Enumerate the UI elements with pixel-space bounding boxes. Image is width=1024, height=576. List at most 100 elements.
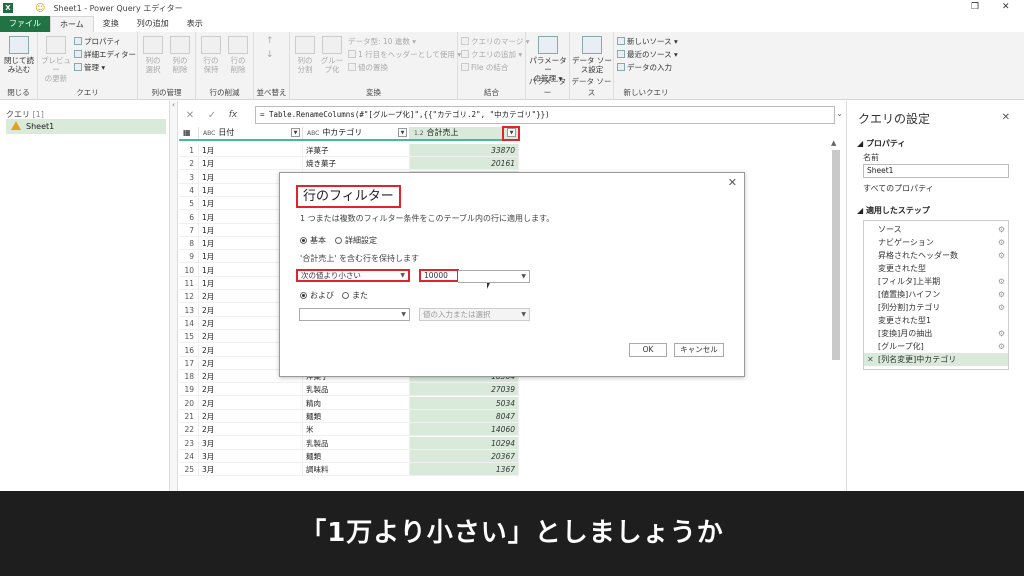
new-source-button[interactable]: 新しいソース ▾ (617, 36, 678, 47)
cell-total-sales[interactable]: 14060 (410, 423, 519, 437)
cell-total-sales[interactable]: 5034 (410, 396, 519, 410)
table-row[interactable]: 19 2月 乳製品 27039 (179, 383, 519, 397)
data-type-dropdown[interactable]: データ型: 10 進数 ▾ (348, 36, 416, 47)
replace-values-button[interactable]: 値の置換 (348, 62, 388, 73)
applied-step[interactable]: ナビゲーション ⚙ (864, 236, 1008, 249)
properties-section-header[interactable]: ◢ プロパティ (857, 138, 905, 149)
table-row[interactable]: 23 3月 乳製品 10294 (179, 436, 519, 450)
cell-date[interactable]: 1月 (199, 157, 303, 171)
combine-files-button[interactable]: File の結合 (461, 62, 508, 73)
merge-queries-button[interactable]: クエリのマージ ▾ (461, 36, 530, 47)
tab-file[interactable]: ファイル (0, 16, 50, 32)
table-row[interactable]: 22 2月米 14060 (179, 423, 519, 437)
type-icon[interactable]: ABC (307, 130, 319, 137)
sort-ascending-icon[interactable]: ↑ (266, 36, 274, 47)
applied-step[interactable]: [列分割]カテゴリ ⚙ (864, 301, 1008, 314)
collapse-panel-toggle[interactable]: ‹ (170, 101, 178, 491)
close-settings-icon[interactable]: ✕ (1002, 112, 1010, 123)
smiley-icon[interactable]: ☺ (35, 3, 45, 14)
query-name-input[interactable]: Sheet1 (863, 164, 1009, 178)
mode-basic-radio[interactable]: 基本 (300, 235, 326, 246)
step-settings-gear-icon[interactable]: ⚙ (998, 288, 1005, 301)
and-radio[interactable]: および (300, 290, 334, 301)
operator-dropdown-1[interactable]: 次の値より小さい ▼ (296, 269, 410, 282)
applied-step[interactable]: ✕ [列名変更]中カテゴリ (864, 353, 1008, 366)
step-settings-gear-icon[interactable]: ⚙ (998, 236, 1005, 249)
vertical-scrollbar[interactable] (832, 150, 840, 360)
cell-category[interactable]: 洋菓子 (303, 144, 410, 157)
tab-add-column[interactable]: 列の追加 (128, 16, 178, 32)
cell-category[interactable]: 米 (303, 423, 410, 437)
cell-category[interactable]: 精肉 (303, 396, 410, 410)
type-icon[interactable]: 1.2 (414, 130, 424, 137)
delete-step-icon[interactable]: ✕ (867, 353, 874, 366)
fx-icon[interactable]: fx (223, 110, 243, 120)
step-settings-gear-icon[interactable]: ⚙ (998, 223, 1005, 236)
step-settings-gear-icon[interactable]: ⚙ (998, 327, 1005, 340)
value-dropdown-1[interactable]: ▼ (458, 270, 530, 283)
recent-sources-button[interactable]: 最近のソース ▾ (617, 49, 678, 60)
table-row[interactable]: 21 2月 麺類 8047 (179, 410, 519, 423)
applied-step[interactable]: 昇格されたヘッダー数 ⚙ (864, 249, 1008, 262)
cell-date[interactable]: 2月 (199, 383, 303, 397)
tab-transform[interactable]: 変換 (94, 16, 128, 32)
column-header-category[interactable]: ABC 中カテゴリ ▼ (303, 127, 410, 139)
cell-category[interactable]: 麺類 (303, 449, 410, 463)
applied-step[interactable]: [変換]月の抽出 ⚙ (864, 327, 1008, 340)
close-window-icon[interactable]: ✕ (1002, 2, 1010, 12)
cell-date[interactable]: 2月 (199, 396, 303, 410)
value-input-1[interactable]: 10000 (419, 269, 459, 282)
table-row[interactable]: 2 1月 焼き菓子 20161 (179, 157, 519, 171)
split-column-button[interactable]: 列の 分割 (292, 36, 318, 74)
enter-data-button[interactable]: データの入力 (617, 62, 672, 73)
cell-total-sales[interactable]: 27039 (410, 383, 519, 397)
tab-view[interactable]: 表示 (178, 16, 212, 32)
applied-step[interactable]: [値置換]ハイフン ⚙ (864, 288, 1008, 301)
cell-category[interactable]: 調味料 (303, 463, 410, 477)
sort-descending-icon[interactable]: ↓ (266, 50, 274, 61)
properties-button[interactable]: プロパティ (74, 36, 121, 47)
dialog-close-icon[interactable]: ✕ (728, 176, 737, 189)
first-row-header-button[interactable]: 1 行目をヘッダーとして使用 ▾ (348, 49, 461, 60)
type-icon[interactable]: ABC (203, 130, 215, 137)
query-item-sheet1[interactable]: Sheet1 (6, 119, 166, 134)
filter-dropdown-icon[interactable]: ▼ (398, 128, 407, 137)
mode-advanced-radio[interactable]: 詳細設定 (335, 235, 377, 246)
applied-step[interactable]: ソース ⚙ (864, 223, 1008, 236)
cell-date[interactable]: 2月 (199, 423, 303, 437)
cell-date[interactable]: 1月 (199, 144, 303, 157)
choose-columns-button[interactable]: 列の 選択 (140, 36, 166, 74)
expand-formula-icon[interactable]: ⌄ (836, 109, 843, 118)
cell-total-sales[interactable]: 8047 (410, 410, 519, 423)
ok-button[interactable]: OK (629, 343, 667, 357)
cell-date[interactable]: 2月 (199, 410, 303, 423)
cell-total-sales[interactable]: 33870 (410, 144, 519, 157)
cell-date[interactable]: 3月 (199, 436, 303, 450)
cancel-button[interactable]: キャンセル (674, 343, 724, 357)
cell-category[interactable]: 焼き菓子 (303, 157, 410, 171)
applied-steps-header[interactable]: ◢ 適用したステップ (857, 205, 930, 216)
cancel-formula-icon[interactable]: ✕ (179, 110, 201, 121)
table-row[interactable]: 20 2月 精肉 5034 (179, 396, 519, 410)
table-row[interactable]: 24 3月 麺類 20367 (179, 449, 519, 463)
applied-step[interactable]: 変更された型1 (864, 314, 1008, 327)
close-load-button[interactable]: 閉じて読 み込む (3, 36, 35, 74)
cell-category[interactable]: 乳製品 (303, 436, 410, 450)
step-settings-gear-icon[interactable]: ⚙ (998, 249, 1005, 262)
cell-total-sales[interactable]: 20161 (410, 157, 519, 171)
manage-button[interactable]: 管理 ▾ (74, 62, 105, 73)
refresh-preview-button[interactable]: プレビュー の更新 (40, 36, 72, 83)
cell-total-sales[interactable]: 1367 (410, 463, 519, 477)
table-row[interactable]: 25 3月 調味料 1367 (179, 463, 519, 477)
keep-rows-button[interactable]: 行の 保持 (198, 36, 224, 74)
datasource-settings-button[interactable]: データ ソー ス設定 (572, 36, 612, 74)
scroll-up-icon[interactable]: ▲ (831, 139, 836, 147)
table-menu-button[interactable]: ▦ (179, 127, 199, 139)
cell-category[interactable]: 麺類 (303, 410, 410, 423)
cell-date[interactable]: 3月 (199, 449, 303, 463)
advanced-editor-button[interactable]: 詳細エディター (74, 49, 136, 60)
step-settings-gear-icon[interactable]: ⚙ (998, 275, 1005, 288)
column-header-date[interactable]: ABC 日付 ▼ (199, 127, 303, 139)
table-row[interactable]: 1 1月 洋菓子 33870 (179, 144, 519, 157)
remove-rows-button[interactable]: 行の 削除 (225, 36, 251, 74)
